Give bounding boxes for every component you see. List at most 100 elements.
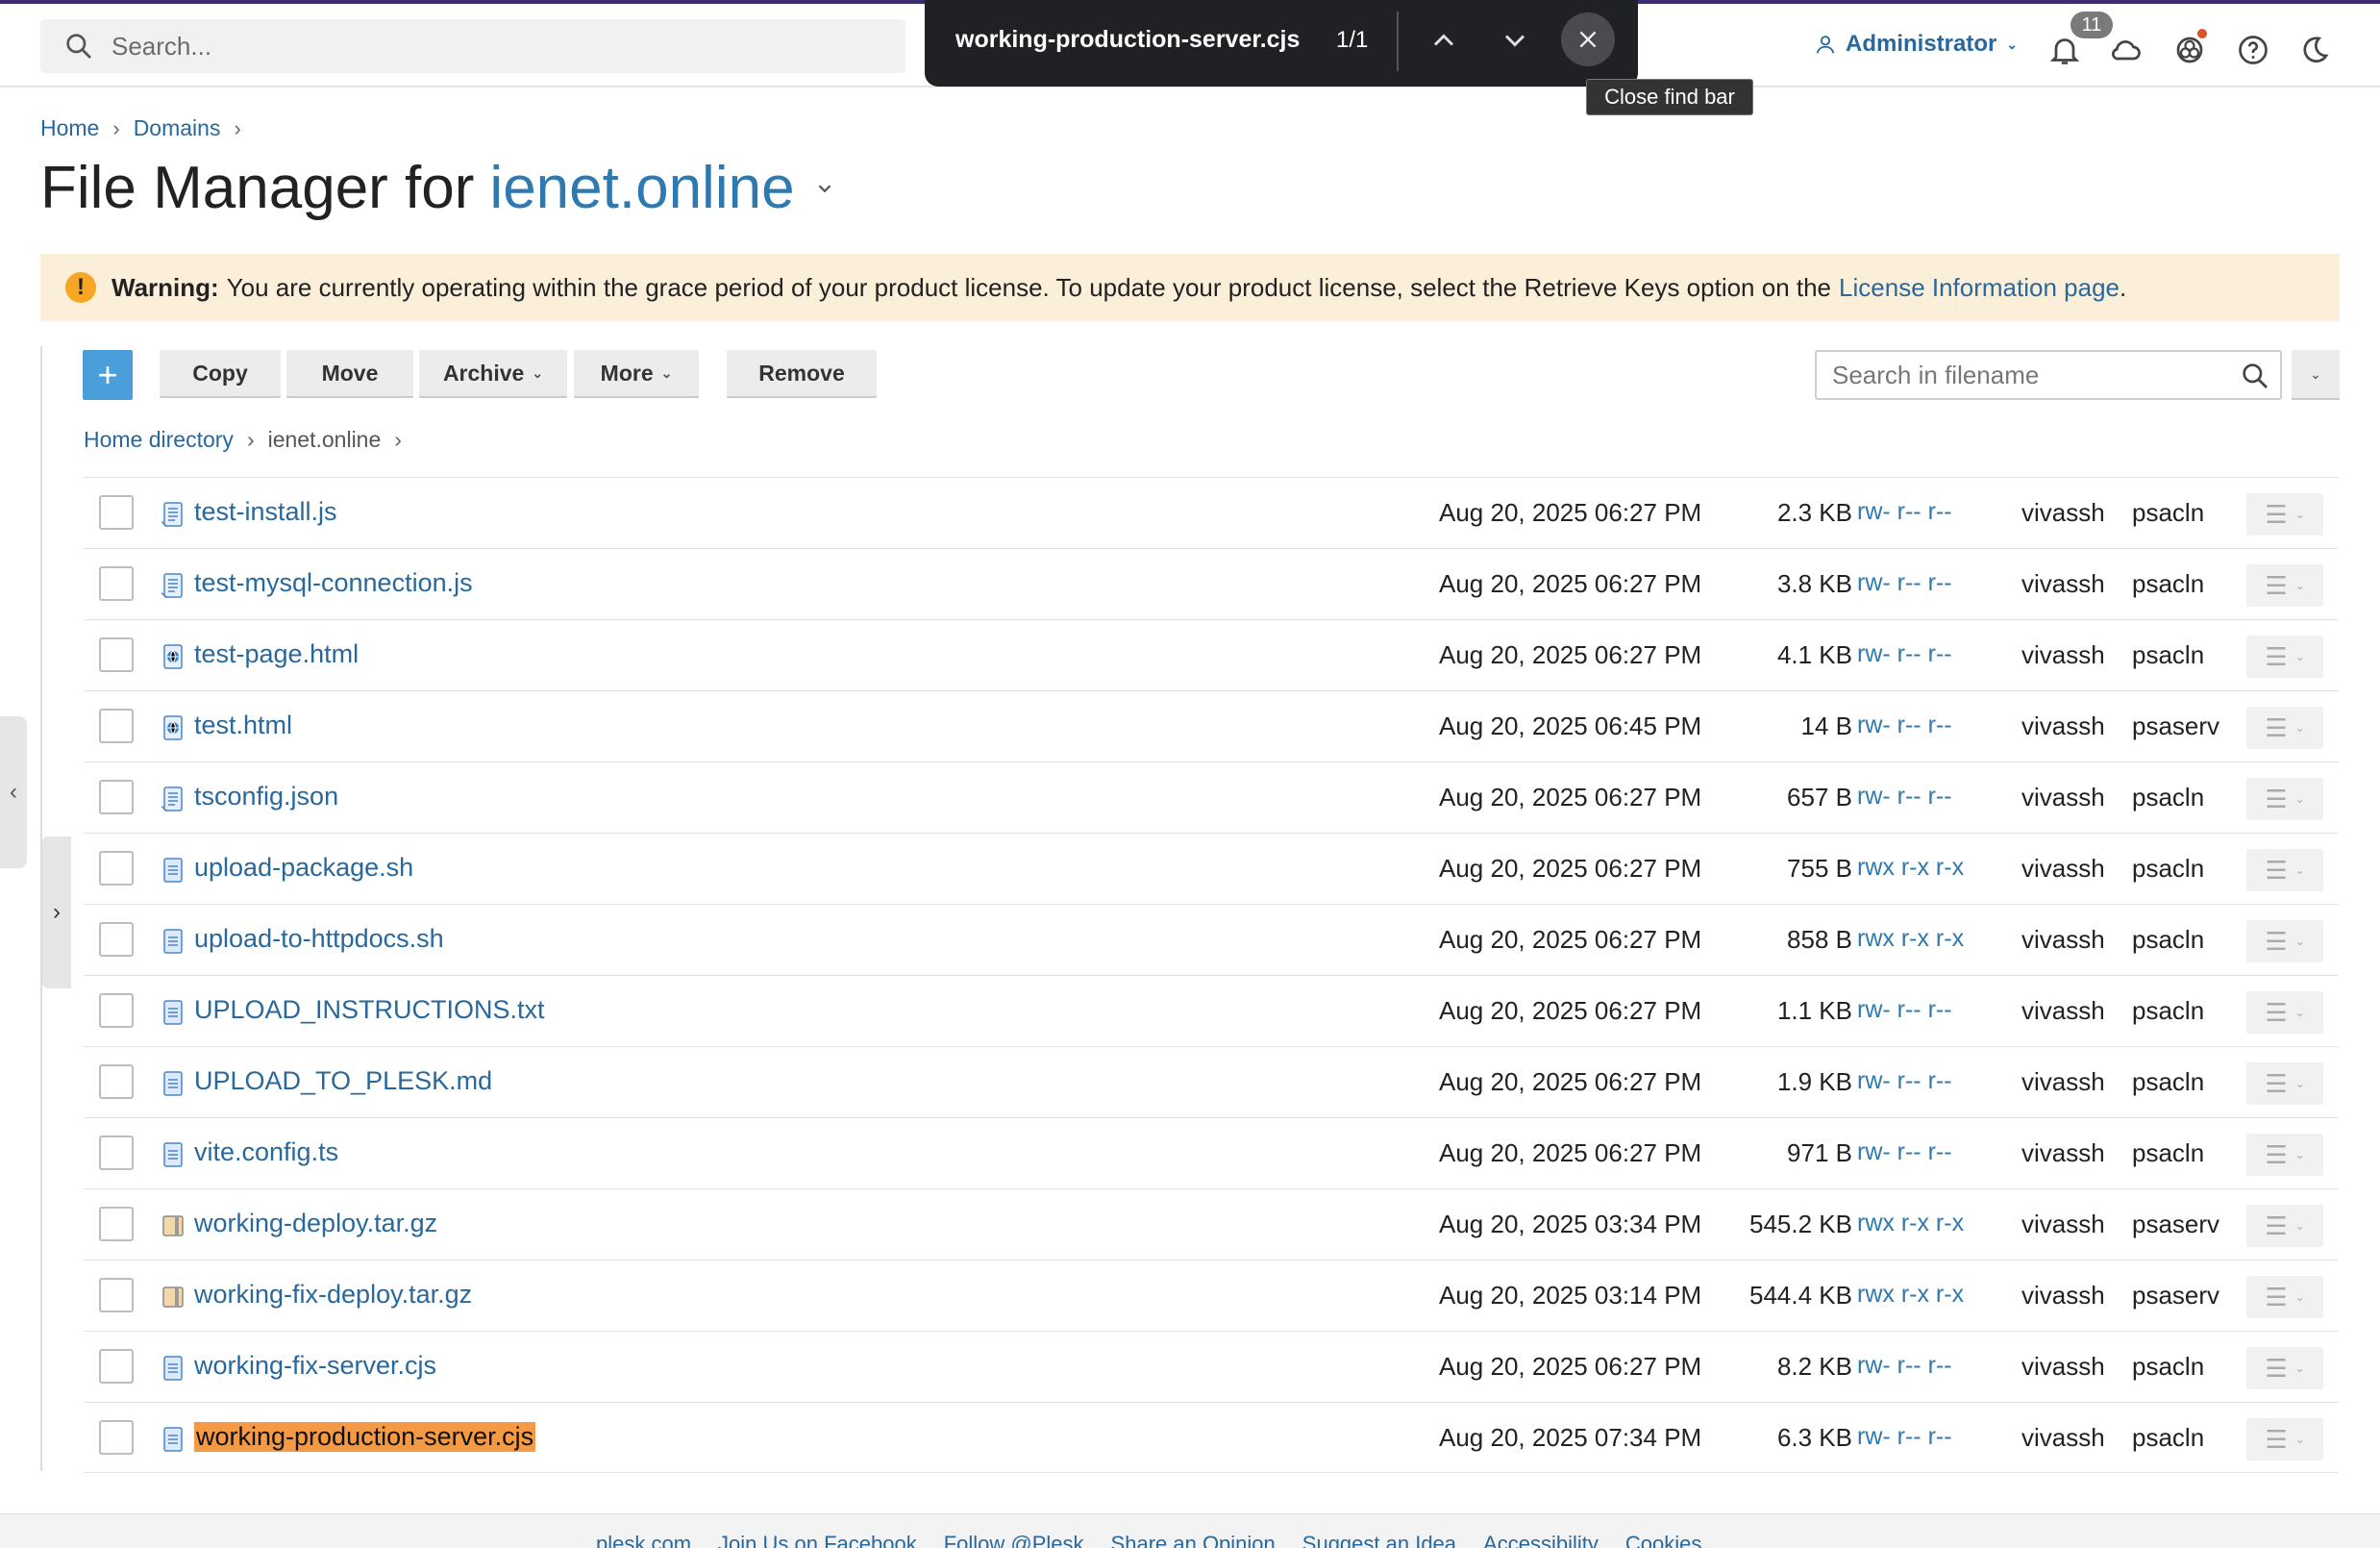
row-checkbox[interactable]	[99, 1207, 134, 1241]
find-next-icon[interactable]	[1498, 23, 1532, 58]
table-row[interactable]: test-mysql-connection.js Aug 20, 2025 06:…	[84, 548, 2339, 619]
file-name-link[interactable]: working-fix-server.cjs	[194, 1351, 436, 1381]
footer-link[interactable]: Suggest an Idea	[1302, 1532, 1456, 1548]
file-permissions-link[interactable]: rwx r-x r-x	[1857, 854, 1964, 882]
row-checkbox[interactable]	[99, 566, 134, 601]
row-checkbox[interactable]	[99, 851, 134, 886]
file-permissions-link[interactable]: rw- r-- r--	[1857, 783, 1952, 811]
file-name-link[interactable]: vite.config.ts	[194, 1137, 338, 1167]
archive-button[interactable]: Archive ⌄	[419, 350, 567, 398]
file-permissions-link[interactable]: rw- r-- r--	[1857, 712, 1952, 739]
footer-link[interactable]: Accessibility	[1483, 1532, 1599, 1548]
table-row[interactable]: working-deploy.tar.gz Aug 20, 2025 03:34 …	[84, 1188, 2339, 1260]
license-info-link[interactable]: License Information page	[1839, 273, 2120, 303]
row-checkbox[interactable]	[99, 709, 134, 743]
row-checkbox[interactable]	[99, 495, 134, 530]
file-name-link[interactable]: upload-package.sh	[194, 853, 413, 883]
file-permissions-link[interactable]: rwx r-x r-x	[1857, 1281, 1964, 1309]
row-actions-menu[interactable]: ☰ ⌄	[2246, 1205, 2323, 1247]
table-row[interactable]: test-page.html Aug 20, 2025 06:27 PM 4.1 K…	[84, 619, 2339, 690]
file-permissions-link[interactable]: rw- r-- r--	[1857, 996, 1952, 1024]
file-name-link[interactable]: working-production-server.cjs	[194, 1422, 536, 1452]
row-actions-menu[interactable]: ☰ ⌄	[2246, 849, 2323, 891]
file-name-link[interactable]: test-mysql-connection.js	[194, 568, 473, 598]
table-row[interactable]: UPLOAD_TO_PLESK.md Aug 20, 2025 06:27 PM 1…	[84, 1046, 2339, 1117]
filename-search-input[interactable]: Search in filename	[1815, 350, 2282, 400]
file-permissions-link[interactable]: rw- r-- r--	[1857, 1352, 1952, 1380]
row-actions-menu[interactable]: ☰ ⌄	[2246, 493, 2323, 536]
file-permissions-link[interactable]: rw- r-- r--	[1857, 1067, 1952, 1095]
table-row[interactable]: working-fix-deploy.tar.gz Aug 20, 2025 03…	[84, 1260, 2339, 1331]
find-previous-icon[interactable]	[1426, 23, 1461, 58]
row-checkbox[interactable]	[99, 1136, 134, 1170]
find-query[interactable]: working-production-server.cjs	[955, 26, 1300, 54]
row-actions-menu[interactable]: ☰ ⌄	[2246, 636, 2323, 678]
table-row[interactable]: upload-to-httpdocs.sh Aug 20, 2025 06:27 …	[84, 904, 2339, 975]
row-actions-menu[interactable]: ☰ ⌄	[2246, 707, 2323, 749]
file-permissions-link[interactable]: rw- r-- r--	[1857, 1138, 1952, 1166]
row-checkbox[interactable]	[99, 1064, 134, 1099]
row-checkbox[interactable]	[99, 780, 134, 814]
footer-link[interactable]: Follow @Plesk	[944, 1532, 1084, 1548]
help-icon[interactable]	[2236, 33, 2270, 67]
table-row[interactable]: tsconfig.json Aug 20, 2025 06:27 PM 657 Br…	[84, 762, 2339, 833]
footer-link[interactable]: Join Us on Facebook	[718, 1532, 917, 1548]
row-actions-menu[interactable]: ☰ ⌄	[2246, 1134, 2323, 1176]
file-name-link[interactable]: upload-to-httpdocs.sh	[194, 924, 444, 954]
row-actions-menu[interactable]: ☰ ⌄	[2246, 1418, 2323, 1461]
file-name-link[interactable]: test-install.js	[194, 497, 337, 527]
file-permissions-link[interactable]: rw- r-- r--	[1857, 640, 1952, 668]
footer-link[interactable]: Share an Opinion	[1111, 1532, 1276, 1548]
row-actions-menu[interactable]: ☰ ⌄	[2246, 778, 2323, 820]
chevron-down-icon[interactable]	[814, 178, 835, 199]
row-checkbox[interactable]	[99, 637, 134, 672]
file-name-link[interactable]: UPLOAD_TO_PLESK.md	[194, 1066, 492, 1096]
row-checkbox[interactable]	[99, 922, 134, 957]
table-row[interactable]: UPLOAD_INSTRUCTIONS.txt Aug 20, 2025 06:2…	[84, 975, 2339, 1046]
copy-button[interactable]: Copy	[160, 350, 281, 398]
add-button[interactable]: +	[83, 350, 133, 400]
row-actions-menu[interactable]: ☰ ⌄	[2246, 1062, 2323, 1105]
find-close-button[interactable]	[1561, 12, 1615, 66]
table-row[interactable]: working-production-server.cjs Aug 20, 202…	[84, 1402, 2339, 1473]
cloud-icon[interactable]	[2109, 33, 2144, 67]
path-home-directory[interactable]: Home directory	[84, 427, 234, 453]
footer-link[interactable]: plesk.com	[596, 1532, 691, 1548]
domain-selector[interactable]: ienet.online	[489, 154, 794, 222]
user-menu[interactable]: Administrator ⌄	[1815, 31, 2018, 58]
expand-tree-handle[interactable]: ›	[42, 836, 71, 988]
file-permissions-link[interactable]: rw- r-- r--	[1857, 498, 1952, 526]
row-checkbox[interactable]	[99, 1420, 134, 1455]
file-name-link[interactable]: UPLOAD_INSTRUCTIONS.txt	[194, 995, 545, 1025]
file-name-link[interactable]: tsconfig.json	[194, 782, 338, 811]
breadcrumb-domains[interactable]: Domains	[134, 115, 221, 141]
file-permissions-link[interactable]: rwx r-x r-x	[1857, 1210, 1964, 1237]
search-icon[interactable]	[2240, 361, 2270, 391]
row-checkbox[interactable]	[99, 993, 134, 1028]
row-actions-menu[interactable]: ☰ ⌄	[2246, 991, 2323, 1034]
breadcrumb-home[interactable]: Home	[40, 115, 99, 141]
file-permissions-link[interactable]: rw- r-- r--	[1857, 569, 1952, 597]
table-row[interactable]: upload-package.sh Aug 20, 2025 06:27 PM 75…	[84, 833, 2339, 904]
file-name-link[interactable]: test-page.html	[194, 639, 359, 669]
file-permissions-link[interactable]: rw- r-- r--	[1857, 1423, 1952, 1451]
file-name-link[interactable]: working-fix-deploy.tar.gz	[194, 1280, 472, 1310]
file-permissions-link[interactable]: rwx r-x r-x	[1857, 925, 1964, 953]
remove-button[interactable]: Remove	[727, 350, 877, 398]
row-actions-menu[interactable]: ☰ ⌄	[2246, 1347, 2323, 1389]
table-row[interactable]: test-install.js Aug 20, 2025 06:27 PM 2.3 …	[84, 477, 2339, 548]
table-row[interactable]: test.html Aug 20, 2025 06:45 PM 14 Brw- r-…	[84, 690, 2339, 762]
dark-mode-icon[interactable]	[2297, 33, 2332, 67]
more-button[interactable]: More ⌄	[574, 350, 699, 398]
row-checkbox[interactable]	[99, 1278, 134, 1312]
global-search[interactable]: Search...	[40, 19, 905, 73]
search-options-dropdown[interactable]: ⌄	[2292, 350, 2340, 400]
row-actions-menu[interactable]: ☰ ⌄	[2246, 1276, 2323, 1318]
row-checkbox[interactable]	[99, 1349, 134, 1384]
table-row[interactable]: vite.config.ts Aug 20, 2025 06:27 PM 971 B…	[84, 1117, 2339, 1188]
row-actions-menu[interactable]: ☰ ⌄	[2246, 920, 2323, 962]
move-button[interactable]: Move	[286, 350, 413, 398]
notifications-icon[interactable]	[2047, 33, 2082, 67]
row-actions-menu[interactable]: ☰ ⌄	[2246, 564, 2323, 607]
collapse-panel-handle[interactable]: ‹	[0, 716, 27, 868]
